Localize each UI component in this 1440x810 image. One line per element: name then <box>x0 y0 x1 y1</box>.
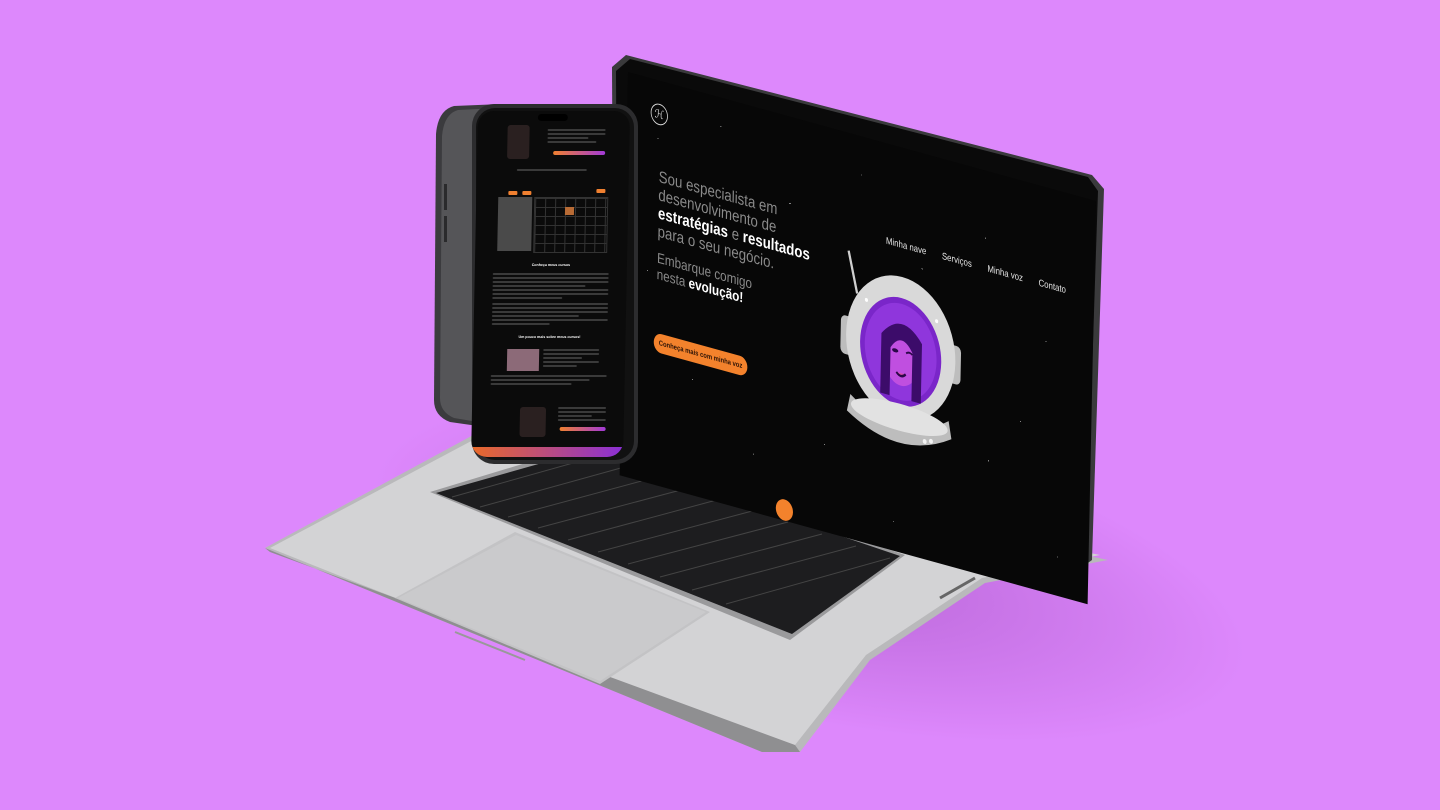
phone-calendar-widget <box>497 189 609 253</box>
section-more-courses-title: Um pouco mais sobre meus cursos! <box>518 335 581 339</box>
phone-footer-bar <box>471 447 624 457</box>
top-text-lines <box>547 129 606 145</box>
astronaut-helmet-illustration <box>840 250 962 446</box>
courses-text-lines <box>491 273 609 327</box>
calendar-tag-2 <box>522 191 532 195</box>
calendar-side-panel <box>497 197 533 251</box>
calendar-tag-3 <box>596 189 606 193</box>
top-cta-pill[interactable] <box>553 151 606 155</box>
calendar-tag-1 <box>508 191 518 195</box>
profile-photo-bottom <box>519 407 547 437</box>
calendar-selected-day[interactable] <box>564 207 575 215</box>
profile-photo-top <box>507 125 530 159</box>
calendar-heading-line <box>516 169 587 173</box>
phone-screen: Conheça meus cursos Um pouco mais sobre … <box>471 111 630 457</box>
calendar-grid[interactable] <box>533 197 609 253</box>
course-text-lines <box>542 349 600 369</box>
phone-notch <box>537 114 568 121</box>
bottom-text-lines <box>557 407 607 423</box>
bottom-cta-pill[interactable] <box>559 427 606 431</box>
course-photo <box>506 349 540 371</box>
section-courses-title: Conheça meus cursos <box>531 263 571 267</box>
course-extra-lines <box>490 375 607 387</box>
